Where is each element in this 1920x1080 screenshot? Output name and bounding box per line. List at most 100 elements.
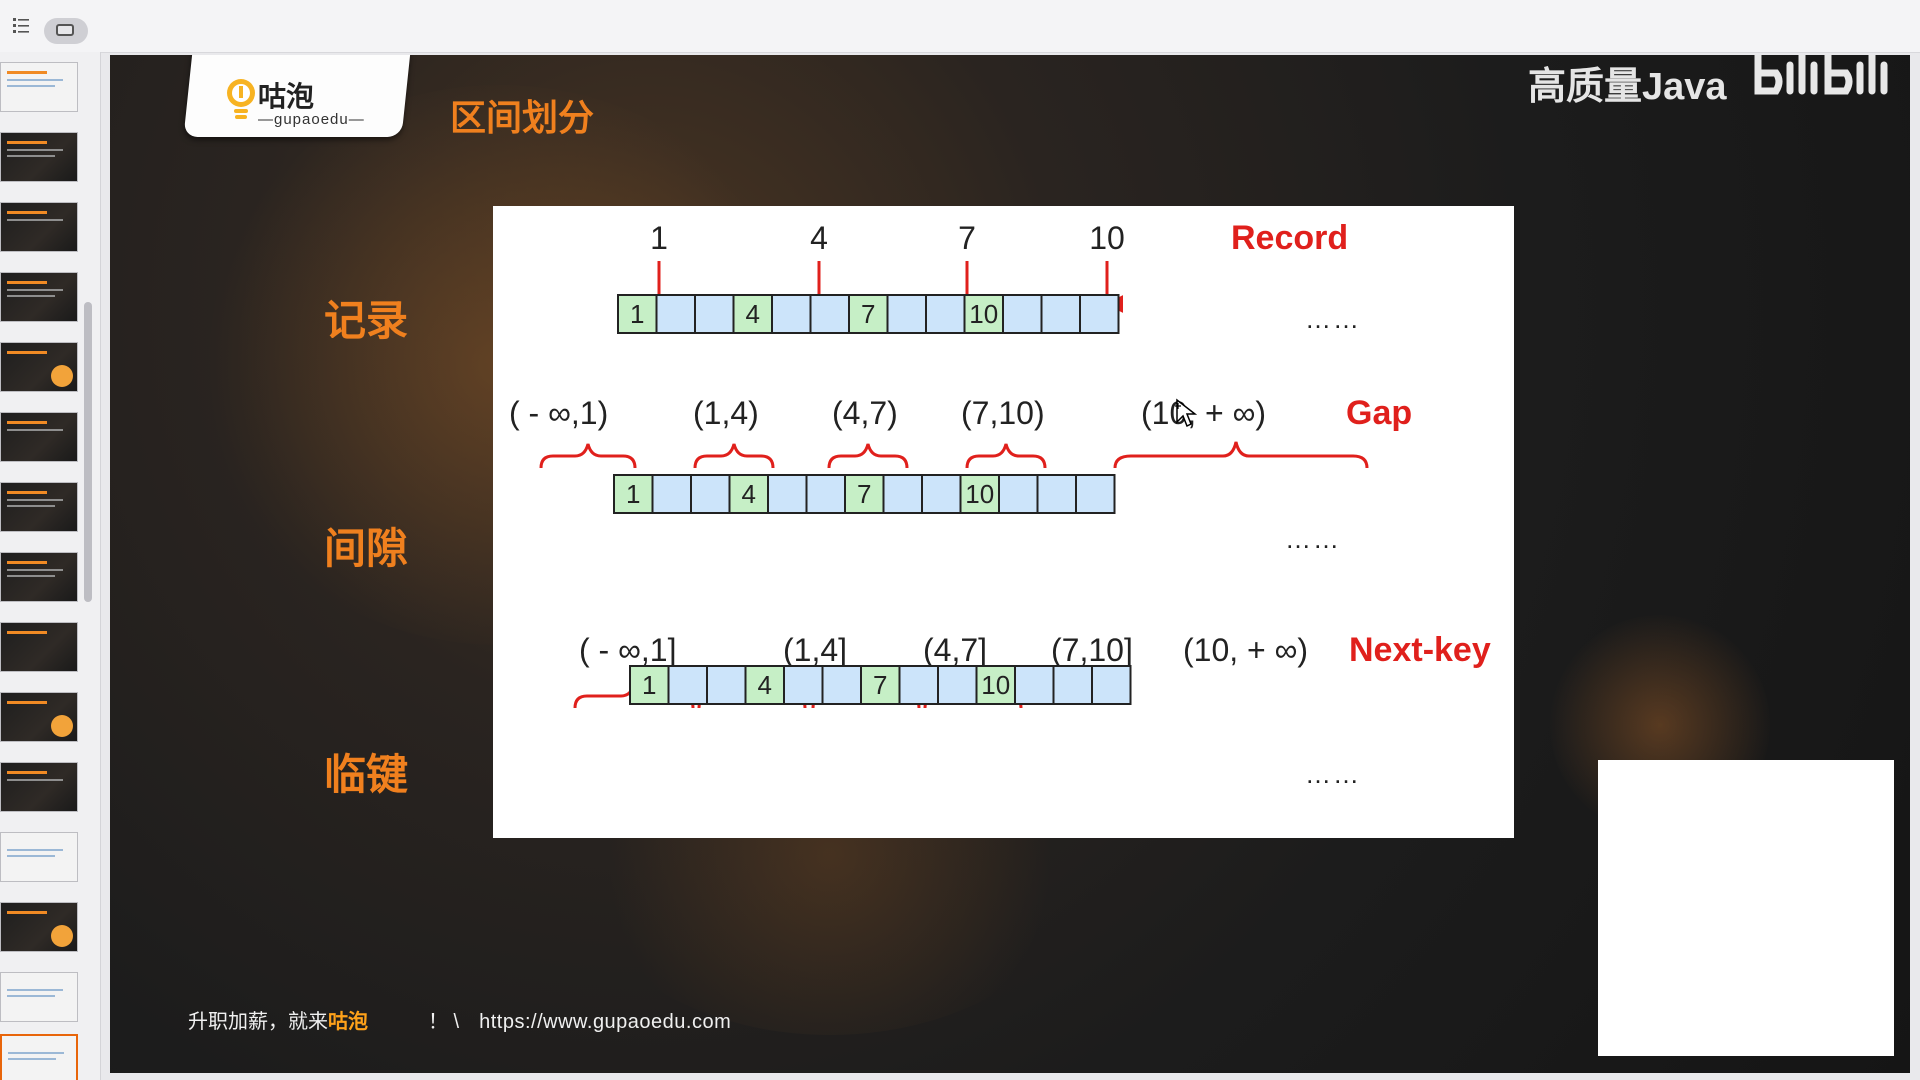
logo-text: 咕泡 [258,81,315,112]
record-cell-empty [651,474,692,514]
record-cell-empty [805,474,846,514]
record-cell-empty [821,665,862,705]
nextkey-interval: (4,7] [923,632,987,668]
slide-thumbnail[interactable] [0,902,78,952]
record-key: 4 [810,220,828,256]
record-cell-empty [1079,294,1120,334]
slide-thumbnail-rail[interactable] [0,52,101,1080]
list-icon[interactable] [12,16,30,34]
slide-thumbnail[interactable] [0,552,78,602]
nextkey-interval: (10, + ∞) [1183,632,1308,668]
brace-icon [693,443,775,469]
record-cell-empty [809,294,850,334]
brace-icon [827,443,909,469]
diagram-panel: 1 4 7 10 Record 14710 …… ( - ∞,1) (1, [493,206,1514,838]
record-cell-empty [690,474,731,514]
slide-thumbnail-active[interactable] [0,1034,78,1080]
nextkey-interval: (7,10] [1051,632,1133,668]
record-cell-empty [998,474,1039,514]
record-cell-empty [694,294,735,334]
record-cell-empty [921,474,962,514]
footer-brand: 咕泡 [328,1011,368,1033]
slide-thumbnail[interactable] [0,832,78,882]
record-cell-empty [667,665,708,705]
record-cell-empty [771,294,812,334]
slide-thumbnail[interactable] [0,692,78,742]
record-cell-value: 7 [861,299,875,329]
slide-view-toggle[interactable] [44,18,88,44]
gap-interval: (10, + ∞) [1141,395,1266,431]
record-cell-value: 7 [857,479,871,509]
record-cell-empty [886,294,927,334]
bilibili-logo [1754,55,1888,95]
footer-url[interactable]: https://www.gupaoedu.com [479,1011,731,1033]
brace-icon [1113,441,1369,469]
gap-interval: (7,10) [961,395,1045,431]
gap-braces [539,441,1369,469]
nextkey-section: ( - ∞,1] (1,4] (4,7] (7,10] (10, + ∞) Ne… [573,631,1491,789]
record-key: 10 [1089,220,1125,256]
gap-tag: Gap [1346,394,1412,432]
record-tag: Record [1231,219,1348,257]
slide-thumbnail[interactable] [0,342,78,392]
webcam-overlay [1598,760,1894,1056]
nextkey-interval: (1,4] [783,632,847,668]
nextkey-ellipsis: …… [1305,759,1361,789]
gap-ellipsis: …… [1285,524,1341,554]
record-cell-value: 4 [742,479,756,509]
brace-icon [965,443,1047,469]
record-cell-value: 10 [965,479,994,509]
gap-section: ( - ∞,1) (1,4) (4,7) (7,10) (10, + ∞) Ga… [509,394,1412,554]
record-key: 1 [650,220,668,256]
logo-subtext: —gupaoedu— [258,111,365,128]
record-cell-empty [882,474,923,514]
row-label-gap: 间隙 [324,525,409,572]
record-cell-value: 7 [873,670,887,700]
lock-range-diagram: 1 4 7 10 Record 14710 …… ( - ∞,1) (1, [509,219,1491,789]
slide-thumbnail[interactable] [0,132,78,182]
record-cell-value: 4 [758,670,772,700]
record-cell-value: 1 [626,479,640,509]
brace-icon [539,443,637,469]
record-keys: 1 4 7 10 [650,220,1125,256]
slide-thumbnail[interactable] [0,762,78,812]
record-cell-empty [767,474,808,514]
record-cell-value: 1 [630,299,644,329]
gap-cells: 1 4 7 10 [613,474,1116,514]
slide-canvas: 咕泡 —gupaoedu— 区间划分 高质量Java 记录 间隙 临键 1 4 … [110,55,1910,1073]
row-label-nextkey: 临键 [324,751,409,798]
record-cell-empty [898,665,939,705]
record-cell-value: 10 [969,299,998,329]
slide-thumbnail[interactable] [0,622,78,672]
slide-thumbnail[interactable] [0,482,78,532]
record-cell-empty [706,665,747,705]
gap-interval: (4,7) [832,395,898,431]
record-cell-value: 4 [746,299,760,329]
record-cell-empty [1091,665,1132,705]
record-cell-value: 1 [642,670,656,700]
slide-thumbnail[interactable] [0,202,78,252]
record-cell-empty [655,294,696,334]
slide-view-icon [56,24,74,36]
slide-thumbnail[interactable] [0,272,78,322]
record-ellipsis: …… [1305,304,1361,334]
gap-interval: (1,4) [693,395,759,431]
rail-scrollbar[interactable] [84,302,92,602]
nextkey-cells: 1 4 7 10 [629,665,1132,705]
slide-thumbnail[interactable] [0,62,78,112]
channel-watermark: 高质量Java [1528,66,1727,108]
slide-thumbnail[interactable] [0,972,78,1022]
record-section: 1 4 7 10 Record 1 4 7 10 …… [617,219,1361,334]
nextkey-tag: Next-key [1349,631,1491,669]
slide-thumbnail[interactable] [0,412,78,462]
top-toolbar [0,0,1920,53]
record-key: 7 [958,220,976,256]
gap-interval: ( - ∞,1) [509,395,608,431]
footer-slogan: 升职加薪，就来 [188,1011,328,1033]
slide-footer: 升职加薪，就来咕泡 ！ \ https://www.gupaoedu.com [188,1005,731,1034]
record-cell-empty [1002,294,1043,334]
record-cell-empty [1040,294,1081,334]
nextkey-interval: ( - ∞,1] [579,632,676,668]
move-cursor-icon [1175,398,1197,428]
record-cell-empty [1036,474,1077,514]
